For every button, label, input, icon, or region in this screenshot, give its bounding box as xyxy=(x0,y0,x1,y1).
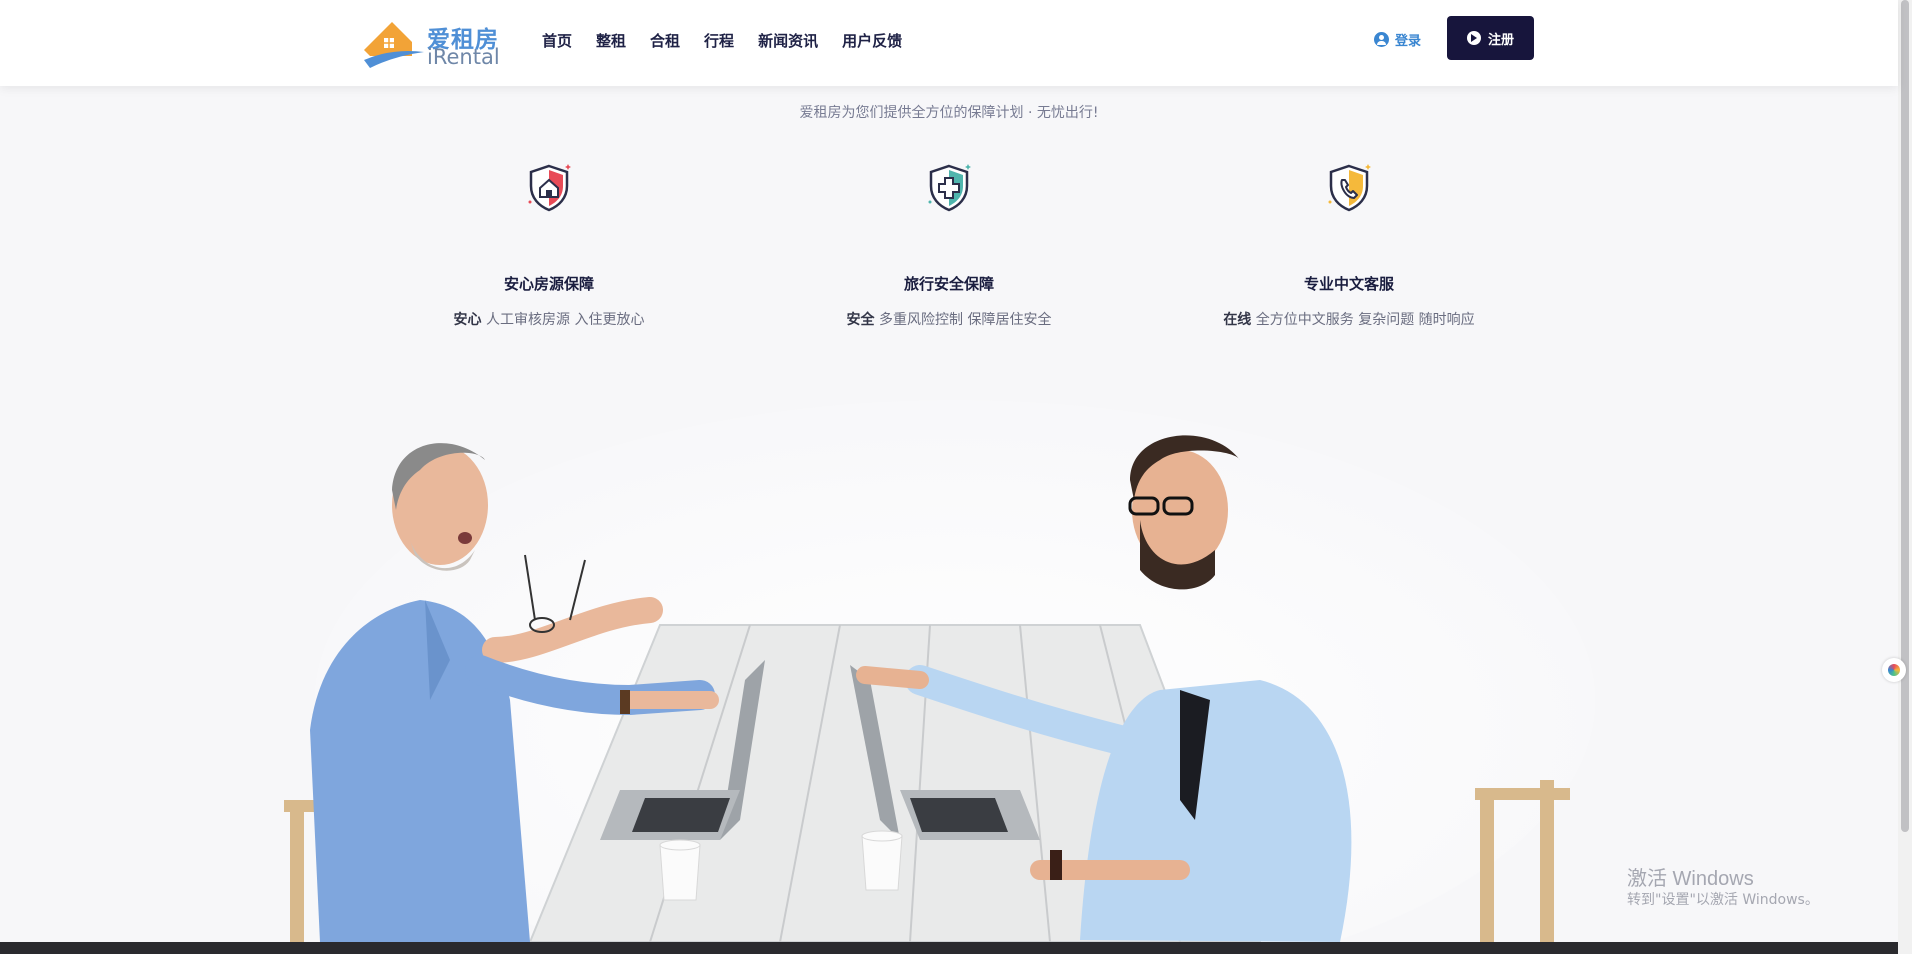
site-header: 爱租房 iRental 首页 整租 合租 行程 新闻资讯 用户反馈 登录 注册 xyxy=(0,0,1898,86)
feature-title: 专业中文客服 xyxy=(1303,275,1394,293)
phone-shield-icon xyxy=(1328,164,1371,212)
feature-desc-bold: 安心 xyxy=(453,312,482,328)
cup-right xyxy=(861,830,903,891)
scrollbar-thumb[interactable] xyxy=(1901,0,1909,832)
windows-activation-hint: 转到"设置"以激活 Windows。 xyxy=(1627,892,1819,908)
feature-description: 在线 全方位中文服务 复杂问题 随时响应 xyxy=(1179,309,1519,329)
windows-activation-title: 激活 Windows xyxy=(1627,868,1754,890)
house-shield-icon xyxy=(528,164,571,212)
feature-chinese-support: 专业中文客服 在线 全方位中文服务 复杂问题 随时响应 xyxy=(1179,160,1519,329)
login-link[interactable]: 登录 xyxy=(1374,30,1421,49)
footer-edge xyxy=(0,942,1898,954)
login-label: 登录 xyxy=(1395,34,1422,49)
user-icon xyxy=(1374,32,1389,47)
feature-travel-safety: 旅行安全保障 安全 多重风险控制 保障居住安全 xyxy=(779,160,1119,329)
feature-desc-text: 多重风险控制 保障居住安全 xyxy=(874,312,1052,328)
feature-title: 安心房源保障 xyxy=(503,275,594,293)
register-button[interactable]: 注册 xyxy=(1447,16,1534,60)
section-subtitle: 爱租房为您们提供全方位的保障计划 · 无忧出行! xyxy=(799,105,1099,121)
feature-desc-bold: 在线 xyxy=(1223,312,1252,328)
nav-itinerary[interactable]: 行程 xyxy=(704,31,734,51)
cup-left xyxy=(659,839,701,901)
nav-home[interactable]: 首页 xyxy=(542,31,572,51)
feature-house-guarantee: 安心房源保障 安心 人工审核房源 入住更放心 xyxy=(379,160,719,329)
arrow-right-circle-icon xyxy=(1466,31,1481,45)
logo-text-en[interactable]: iRental xyxy=(427,45,500,69)
vertical-scrollbar[interactable] xyxy=(1898,0,1912,954)
hero-illustration xyxy=(284,400,1595,942)
nav-news[interactable]: 新闻资讯 xyxy=(758,31,818,51)
feature-desc-text: 人工审核房源 入住更放心 xyxy=(481,312,645,328)
feature-title: 旅行安全保障 xyxy=(903,275,994,293)
nav-shared-rent[interactable]: 合租 xyxy=(650,31,680,51)
nav-feedback[interactable]: 用户反馈 xyxy=(842,31,902,51)
feature-desc-bold: 安全 xyxy=(846,312,875,328)
register-label: 注册 xyxy=(1487,32,1514,48)
feature-description: 安心 人工审核房源 入住更放心 xyxy=(379,309,719,329)
floating-assistant-icon[interactable] xyxy=(1882,658,1906,682)
main-nav: 首页 整租 合租 行程 新闻资讯 用户反馈 xyxy=(542,31,926,51)
medical-shield-icon xyxy=(928,164,971,212)
feature-desc-text: 全方位中文服务 复杂问题 随时响应 xyxy=(1251,312,1475,328)
nav-whole-rent[interactable]: 整租 xyxy=(596,31,626,51)
feature-description: 安全 多重风险控制 保障居住安全 xyxy=(779,309,1119,329)
